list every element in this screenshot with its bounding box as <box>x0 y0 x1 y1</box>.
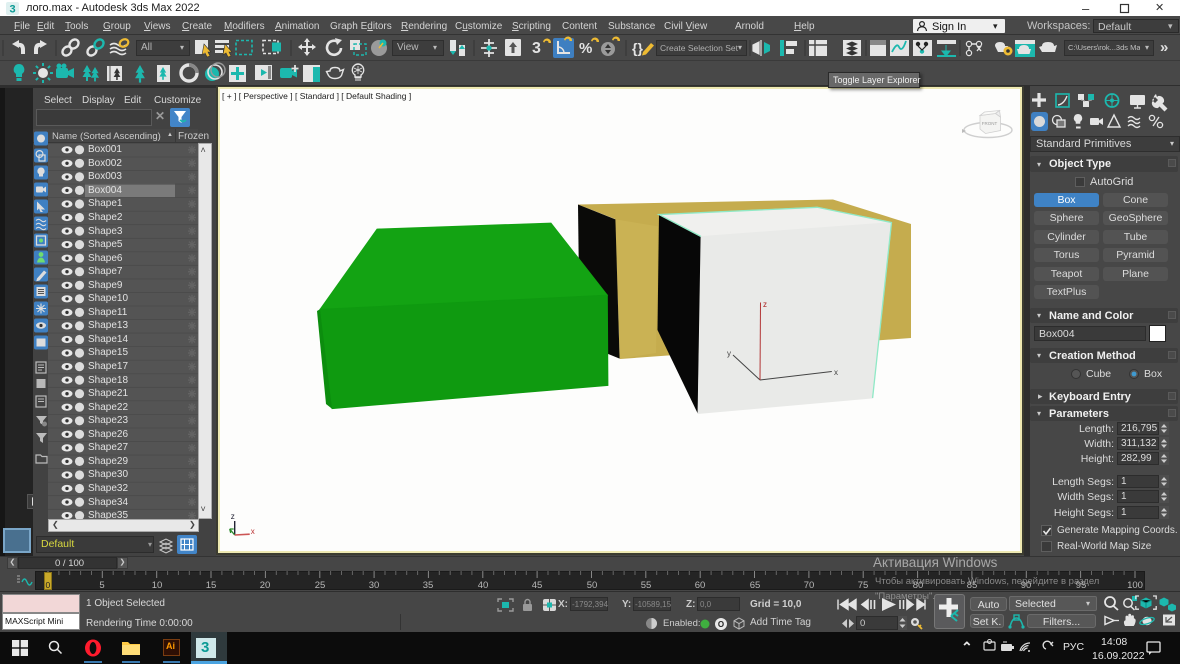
svg-text:z: z <box>231 512 235 521</box>
svg-text:FRONT: FRONT <box>982 121 998 126</box>
svg-text:y: y <box>727 349 731 358</box>
svg-text:%: % <box>579 40 592 57</box>
svg-text:x: x <box>251 527 255 536</box>
svg-text:3: 3 <box>9 4 15 16</box>
svg-text:{}: {} <box>632 40 643 56</box>
svg-text:x: x <box>834 368 838 377</box>
svg-text:z: z <box>763 300 767 309</box>
svg-text:3: 3 <box>532 40 541 57</box>
svg-text:O: O <box>718 620 724 629</box>
